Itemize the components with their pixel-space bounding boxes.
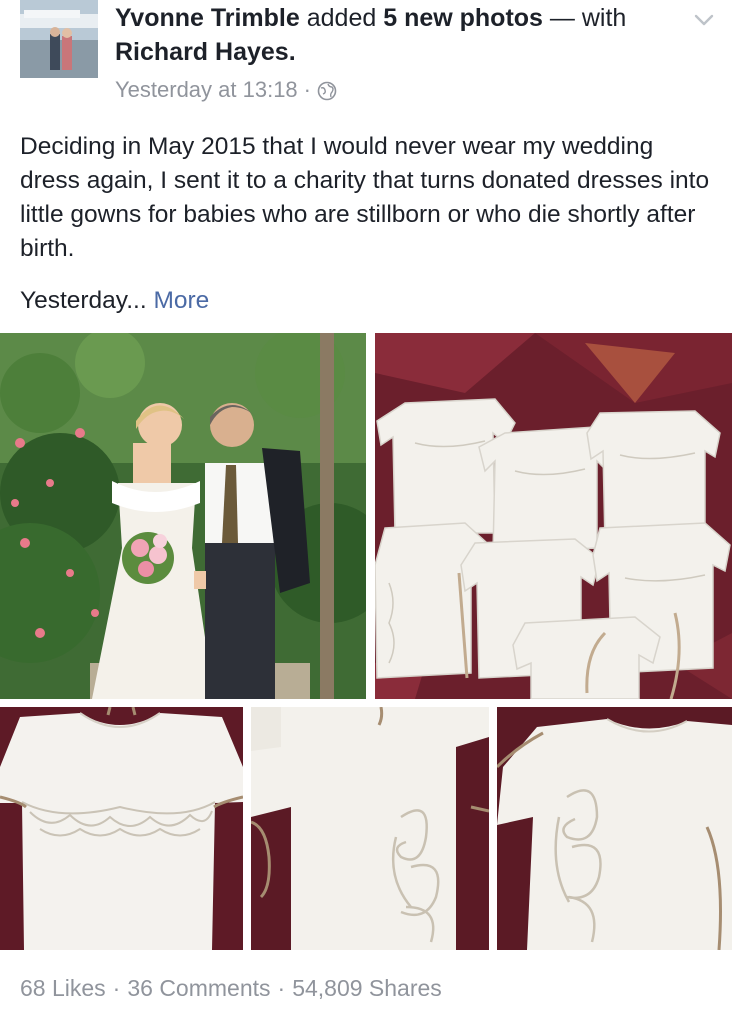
- chevron-down-icon[interactable]: [690, 6, 718, 34]
- photo-gown-side-lace[interactable]: [251, 707, 489, 950]
- footer-separator: ·: [112, 975, 121, 1001]
- truncated-text: Yesterday...: [20, 287, 147, 314]
- post-truncation: Yesterday... More: [20, 284, 209, 318]
- globe-icon: [317, 80, 337, 101]
- more-link[interactable]: More: [153, 287, 209, 314]
- post-footer: 68 Likes · 36 Comments · 54,809 Shares: [20, 972, 442, 1004]
- post-header: Yvonne Trimble added 5 new photos — with…: [0, 0, 732, 110]
- avatar-photo: [20, 0, 98, 78]
- post-body: Deciding in May 2015 that I would never …: [20, 133, 710, 262]
- photo-count[interactable]: 5 new photos: [383, 4, 543, 32]
- avatar[interactable]: [20, 0, 98, 78]
- comments-count[interactable]: 36 Comments: [127, 972, 270, 1004]
- post-action: added: [306, 4, 377, 32]
- photo-gowns-collection[interactable]: [375, 333, 732, 699]
- with-text: — with: [549, 4, 627, 32]
- footer-separator: ·: [277, 975, 286, 1001]
- photo-wedding-couple[interactable]: [0, 333, 366, 699]
- meta-separator: ·: [303, 77, 311, 102]
- post-timestamp[interactable]: Yesterday at 13:18: [115, 76, 298, 104]
- author-name[interactable]: Yvonne Trimble: [115, 4, 300, 32]
- post-header-title: Yvonne Trimble added 5 new photos — with: [115, 2, 695, 34]
- tagged-person[interactable]: Richard Hayes.: [115, 36, 296, 68]
- shares-count[interactable]: 54,809 Shares: [292, 972, 442, 1004]
- photo-gown-front-lace[interactable]: [0, 707, 243, 950]
- post-meta: Yesterday at 13:18 ·: [115, 76, 337, 104]
- photo-gown-angle-lace[interactable]: [497, 707, 732, 950]
- likes-count[interactable]: 68 Likes: [20, 972, 106, 1004]
